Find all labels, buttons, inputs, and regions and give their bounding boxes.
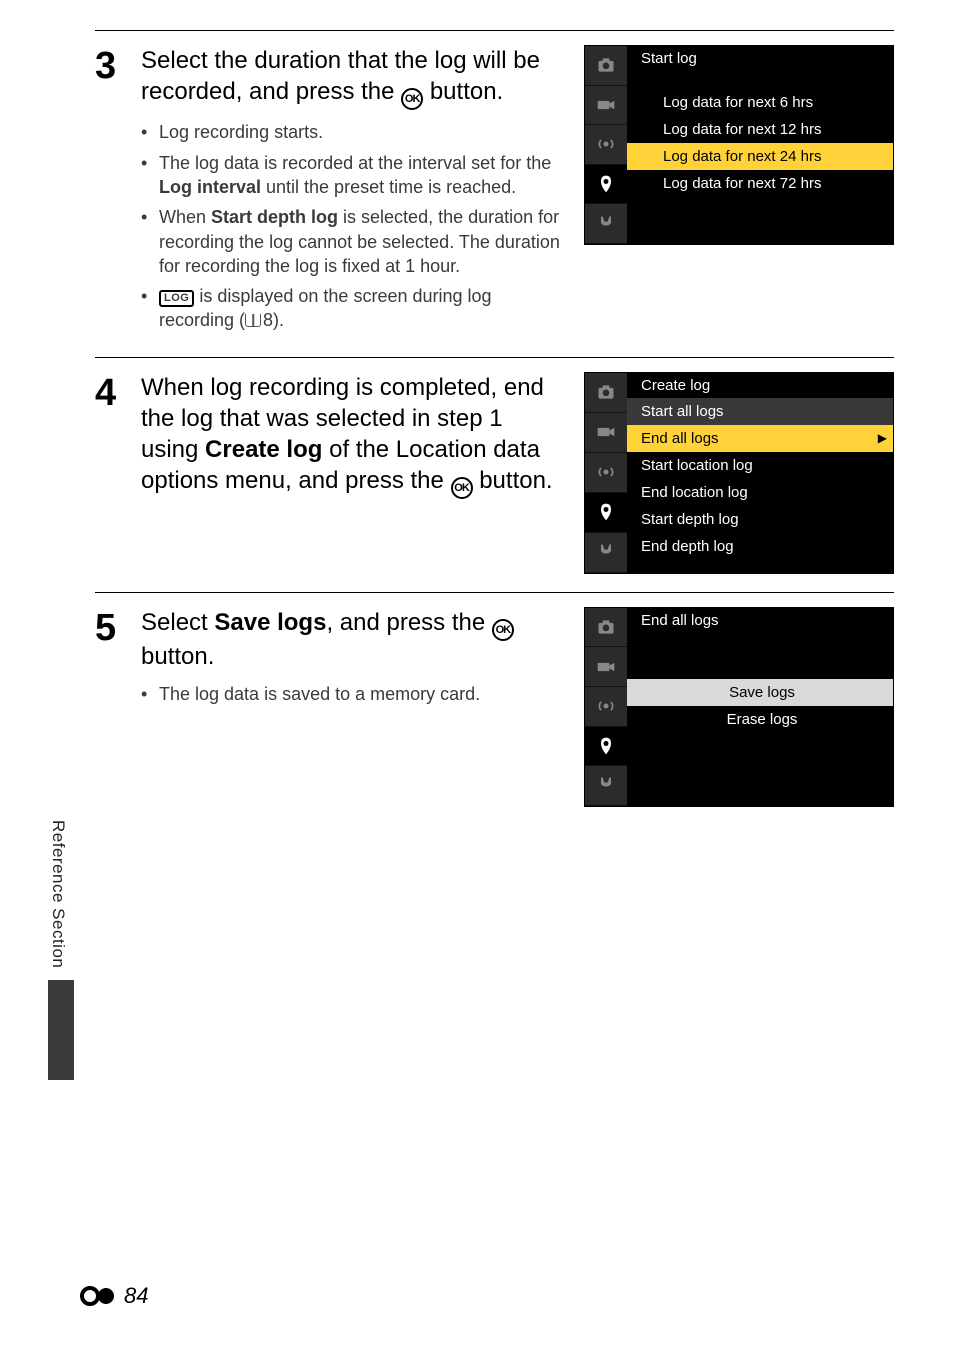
menu-item: Erase logs <box>627 706 893 733</box>
log-icon: LOG <box>159 290 194 307</box>
ok-icon: OK <box>492 619 514 641</box>
tab-signal-icon <box>585 125 627 165</box>
bullet: Log recording starts. <box>141 120 564 144</box>
step-heading: Select Save logs, and press the OK butto… <box>141 607 564 672</box>
footer-link-icon <box>80 1284 120 1308</box>
menu-item: Log data for next 6 hrs <box>627 89 893 116</box>
menu-tabs <box>585 608 627 806</box>
ok-icon: OK <box>401 88 423 110</box>
tab-camera-icon <box>585 46 627 86</box>
menu-start-log: Start log Log data for next 6 hrs Log da… <box>584 45 894 245</box>
menu-item-selected: Save logs <box>627 679 893 706</box>
step-heading: Select the duration that the log will be… <box>141 45 564 110</box>
tab-location-icon <box>585 165 627 205</box>
side-tab-label: Reference Section <box>48 820 68 968</box>
step-number: 5 <box>95 609 123 647</box>
menu-end-all-logs: End all logs Save logs Erase logs <box>584 607 894 807</box>
tab-setup-icon <box>585 533 627 573</box>
menu-subtitle: Start all logs <box>627 398 893 425</box>
tab-movie-icon <box>585 86 627 126</box>
step-number: 3 <box>95 47 123 85</box>
bullet: LOG is displayed on the screen during lo… <box>141 284 564 333</box>
tab-signal-icon <box>585 453 627 493</box>
step-4: 4 When log recording is completed, end t… <box>95 357 894 592</box>
menu-title: Create log <box>627 373 893 398</box>
ok-icon: OK <box>451 477 473 499</box>
step-5: 5 Select Save logs, and press the OK but… <box>95 592 894 825</box>
bullet-list: The log data is saved to a memory card. <box>141 682 564 706</box>
menu-item: Start location log <box>627 452 893 479</box>
menu-tabs <box>585 373 627 573</box>
step-3: 3 Select the duration that the log will … <box>95 30 894 357</box>
tab-movie-icon <box>585 647 627 687</box>
page-number: 84 <box>124 1283 148 1309</box>
menu-item: End depth log <box>627 533 893 560</box>
bullet: The log data is recorded at the interval… <box>141 151 564 200</box>
menu-item: Log data for next 12 hrs <box>627 116 893 143</box>
page-footer: 84 <box>80 1283 148 1309</box>
menu-item-selected: End all logs▶ <box>627 425 893 452</box>
tab-setup-icon <box>585 204 627 244</box>
chevron-right-icon: ▶ <box>878 431 887 445</box>
menu-create-log: Create log Start all logs End all logs▶ … <box>584 372 894 574</box>
tab-camera-icon <box>585 373 627 413</box>
menu-item: Start depth log <box>627 506 893 533</box>
bullet-list: Log recording starts. The log data is re… <box>141 120 564 332</box>
bullet: When Start depth log is selected, the du… <box>141 205 564 278</box>
tab-location-icon <box>585 493 627 533</box>
menu-title: End all logs <box>627 608 893 633</box>
menu-item: End location log <box>627 479 893 506</box>
step-heading: When log recording is completed, end the… <box>141 372 564 500</box>
tab-setup-icon <box>585 766 627 806</box>
tab-movie-icon <box>585 413 627 453</box>
menu-item: Log data for next 72 hrs <box>627 170 893 197</box>
tab-camera-icon <box>585 608 627 648</box>
bullet: The log data is saved to a memory card. <box>141 682 564 706</box>
step-number: 4 <box>95 374 123 412</box>
menu-item-selected: Log data for next 24 hrs <box>627 143 893 170</box>
side-tab-marker <box>48 980 74 1080</box>
menu-tabs <box>585 46 627 244</box>
tab-location-icon <box>585 727 627 767</box>
menu-title: Start log <box>627 46 893 71</box>
tab-signal-icon <box>585 687 627 727</box>
book-icon <box>245 314 261 327</box>
